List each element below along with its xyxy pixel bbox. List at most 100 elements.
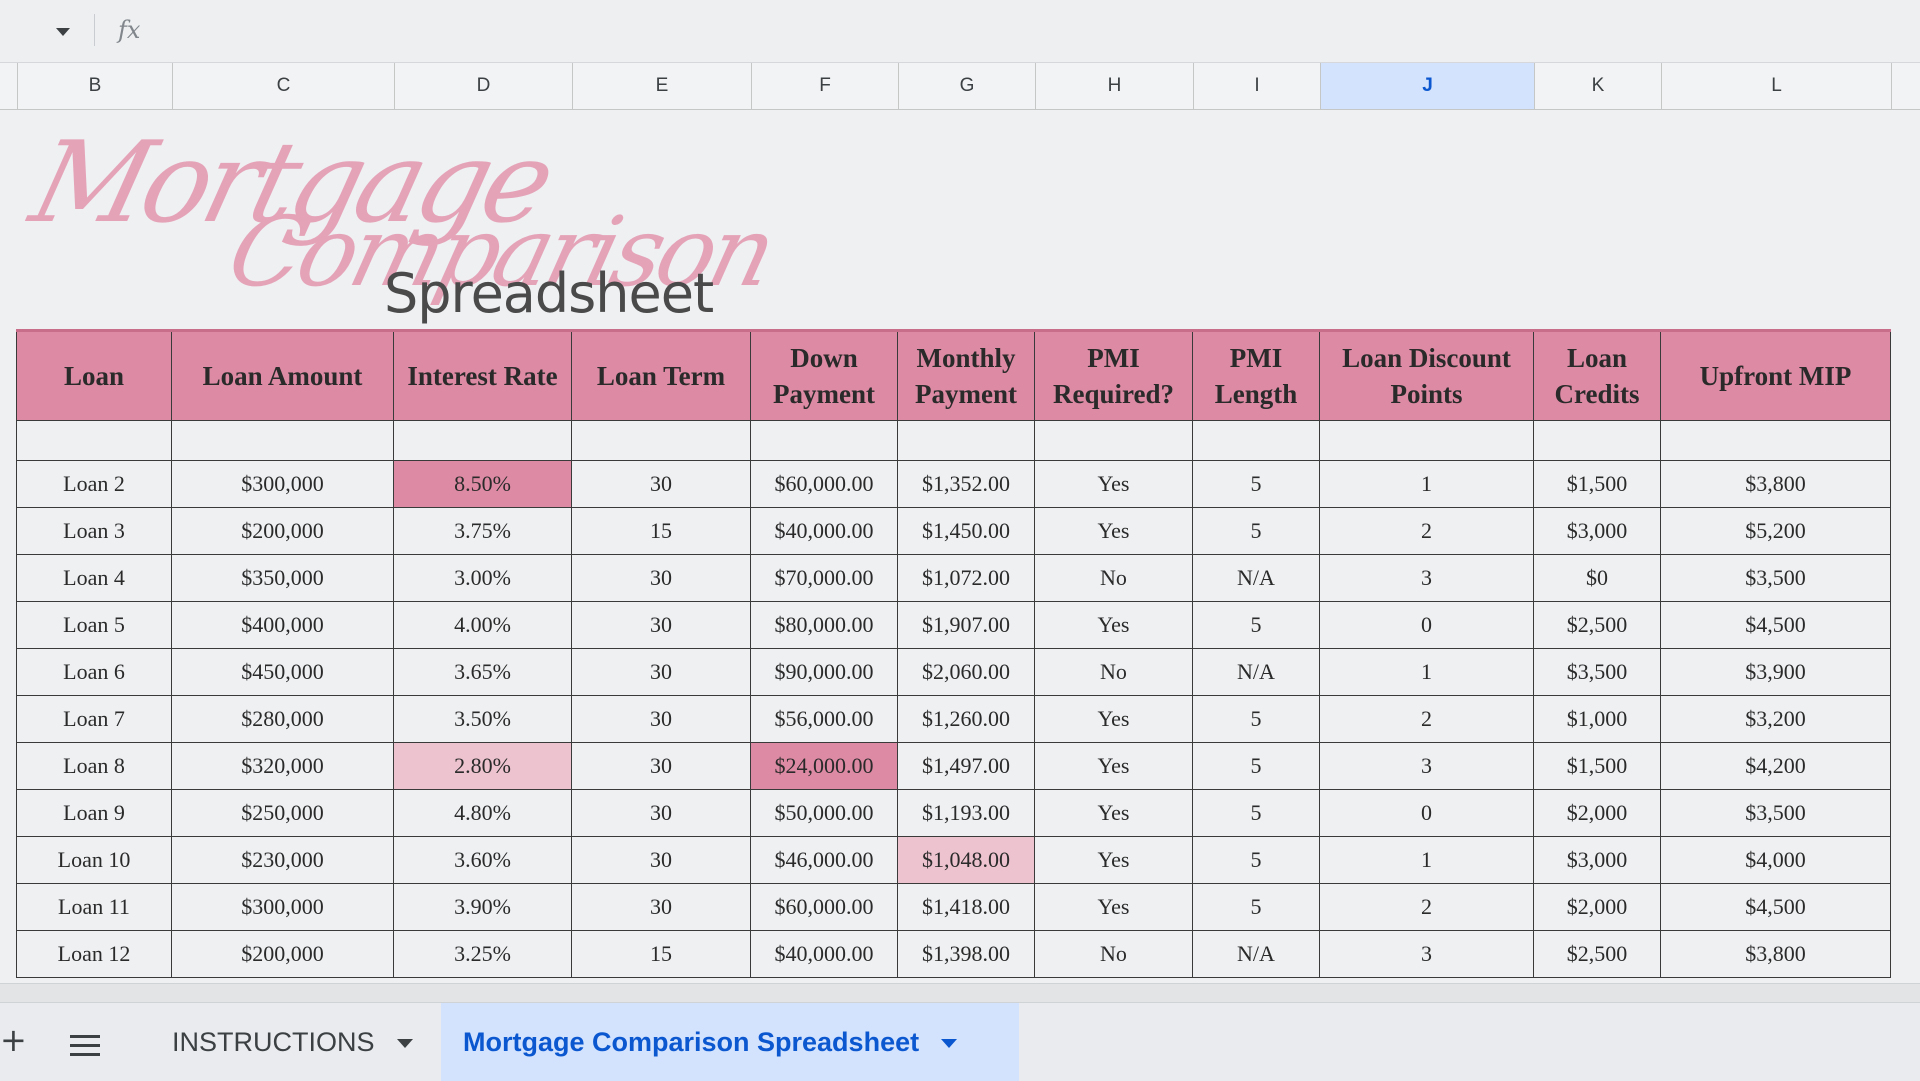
- table-cell[interactable]: $90,000.00: [750, 648, 898, 696]
- table-cell[interactable]: $1,418.00: [897, 883, 1035, 931]
- table-cell[interactable]: Yes: [1034, 742, 1193, 790]
- table-cell[interactable]: [171, 420, 394, 461]
- column-header-l[interactable]: L: [1662, 63, 1892, 109]
- table-cell[interactable]: [750, 420, 898, 461]
- table-cell[interactable]: Yes: [1034, 460, 1193, 508]
- table-cell[interactable]: Loan 8: [16, 742, 172, 790]
- table-cell[interactable]: $50,000.00: [750, 789, 898, 837]
- table-cell[interactable]: 3.00%: [393, 554, 572, 602]
- table-cell[interactable]: $1,500: [1533, 460, 1661, 508]
- table-cell[interactable]: 1: [1319, 836, 1534, 884]
- table-cell[interactable]: $280,000: [171, 695, 394, 743]
- table-cell[interactable]: $350,000: [171, 554, 394, 602]
- table-cell[interactable]: Loan 7: [16, 695, 172, 743]
- table-cell[interactable]: $250,000: [171, 789, 394, 837]
- header-loan-credits[interactable]: Loan Credits: [1533, 329, 1661, 421]
- table-cell[interactable]: Yes: [1034, 836, 1193, 884]
- table-cell[interactable]: $3,000: [1533, 836, 1661, 884]
- table-cell[interactable]: $1,497.00: [897, 742, 1035, 790]
- table-cell[interactable]: $40,000.00: [750, 930, 898, 978]
- header-interest-rate[interactable]: Interest Rate: [393, 329, 572, 421]
- table-cell[interactable]: Loan 12: [16, 930, 172, 978]
- table-cell[interactable]: 3.50%: [393, 695, 572, 743]
- column-header-b[interactable]: B: [18, 63, 173, 109]
- table-cell[interactable]: $450,000: [171, 648, 394, 696]
- table-cell[interactable]: $3,500: [1533, 648, 1661, 696]
- table-cell[interactable]: 2: [1319, 507, 1534, 555]
- table-cell[interactable]: $4,500: [1660, 883, 1891, 931]
- header-pmi-length[interactable]: PMI Length: [1192, 329, 1320, 421]
- table-cell[interactable]: 3.65%: [393, 648, 572, 696]
- table-cell[interactable]: $4,000: [1660, 836, 1891, 884]
- header-loan-term[interactable]: Loan Term: [571, 329, 751, 421]
- table-cell[interactable]: $56,000.00: [750, 695, 898, 743]
- table-cell[interactable]: 5: [1192, 695, 1320, 743]
- table-cell[interactable]: $1,260.00: [897, 695, 1035, 743]
- table-cell[interactable]: $3,500: [1660, 554, 1891, 602]
- table-cell[interactable]: 3: [1319, 554, 1534, 602]
- table-cell[interactable]: $24,000.00: [750, 742, 898, 790]
- header-loan-amount[interactable]: Loan Amount: [171, 329, 394, 421]
- table-cell[interactable]: $2,000: [1533, 789, 1661, 837]
- table-cell[interactable]: 2: [1319, 883, 1534, 931]
- table-cell[interactable]: $3,200: [1660, 695, 1891, 743]
- table-cell[interactable]: $1,500: [1533, 742, 1661, 790]
- table-cell[interactable]: $1,352.00: [897, 460, 1035, 508]
- column-header-h[interactable]: H: [1036, 63, 1194, 109]
- table-cell[interactable]: 3: [1319, 930, 1534, 978]
- table-cell[interactable]: $1,907.00: [897, 601, 1035, 649]
- table-cell[interactable]: [16, 420, 172, 461]
- table-cell[interactable]: Loan 2: [16, 460, 172, 508]
- table-cell[interactable]: [1533, 420, 1661, 461]
- column-header-d[interactable]: D: [395, 63, 573, 109]
- table-cell[interactable]: 3.60%: [393, 836, 572, 884]
- table-cell[interactable]: $2,060.00: [897, 648, 1035, 696]
- table-cell[interactable]: 30: [571, 460, 751, 508]
- table-cell[interactable]: Yes: [1034, 507, 1193, 555]
- table-cell[interactable]: 4.00%: [393, 601, 572, 649]
- table-cell[interactable]: $5,200: [1660, 507, 1891, 555]
- table-cell[interactable]: 30: [571, 883, 751, 931]
- table-cell[interactable]: $60,000.00: [750, 883, 898, 931]
- table-cell[interactable]: [571, 420, 751, 461]
- table-cell[interactable]: 5: [1192, 742, 1320, 790]
- table-cell[interactable]: No: [1034, 648, 1193, 696]
- table-cell[interactable]: $3,800: [1660, 930, 1891, 978]
- table-cell[interactable]: Loan 9: [16, 789, 172, 837]
- tab-mortgage-comparison-spreadsheet[interactable]: Mortgage Comparison Spreadsheet: [441, 1003, 1019, 1081]
- table-cell[interactable]: N/A: [1192, 930, 1320, 978]
- table-cell[interactable]: 3.90%: [393, 883, 572, 931]
- table-cell[interactable]: 3.25%: [393, 930, 572, 978]
- table-cell[interactable]: N/A: [1192, 648, 1320, 696]
- table-cell[interactable]: 1: [1319, 648, 1534, 696]
- column-header-j[interactable]: J: [1321, 63, 1535, 109]
- table-cell[interactable]: [393, 420, 572, 461]
- table-cell[interactable]: $3,000: [1533, 507, 1661, 555]
- table-cell[interactable]: Loan 5: [16, 601, 172, 649]
- table-cell[interactable]: 3: [1319, 742, 1534, 790]
- column-header-g[interactable]: G: [899, 63, 1036, 109]
- table-cell[interactable]: $46,000.00: [750, 836, 898, 884]
- table-cell[interactable]: 5: [1192, 507, 1320, 555]
- table-cell[interactable]: 5: [1192, 460, 1320, 508]
- table-cell[interactable]: 4.80%: [393, 789, 572, 837]
- table-cell[interactable]: 30: [571, 554, 751, 602]
- tab-instructions[interactable]: INSTRUCTIONS: [140, 1003, 430, 1081]
- table-cell[interactable]: Loan 3: [16, 507, 172, 555]
- table-cell[interactable]: 1: [1319, 460, 1534, 508]
- table-cell[interactable]: 30: [571, 742, 751, 790]
- table-cell[interactable]: 2: [1319, 695, 1534, 743]
- table-cell[interactable]: Yes: [1034, 789, 1193, 837]
- table-cell[interactable]: $300,000: [171, 883, 394, 931]
- table-cell[interactable]: Loan 6: [16, 648, 172, 696]
- table-cell[interactable]: $2,000: [1533, 883, 1661, 931]
- table-cell[interactable]: $3,500: [1660, 789, 1891, 837]
- table-cell[interactable]: $320,000: [171, 742, 394, 790]
- table-cell[interactable]: [897, 420, 1035, 461]
- table-cell[interactable]: $70,000.00: [750, 554, 898, 602]
- header-loan-discount-points[interactable]: Loan Discount Points: [1319, 329, 1534, 421]
- table-cell[interactable]: 0: [1319, 601, 1534, 649]
- table-cell[interactable]: 8.50%: [393, 460, 572, 508]
- table-cell[interactable]: $2,500: [1533, 601, 1661, 649]
- table-cell[interactable]: [1192, 420, 1320, 461]
